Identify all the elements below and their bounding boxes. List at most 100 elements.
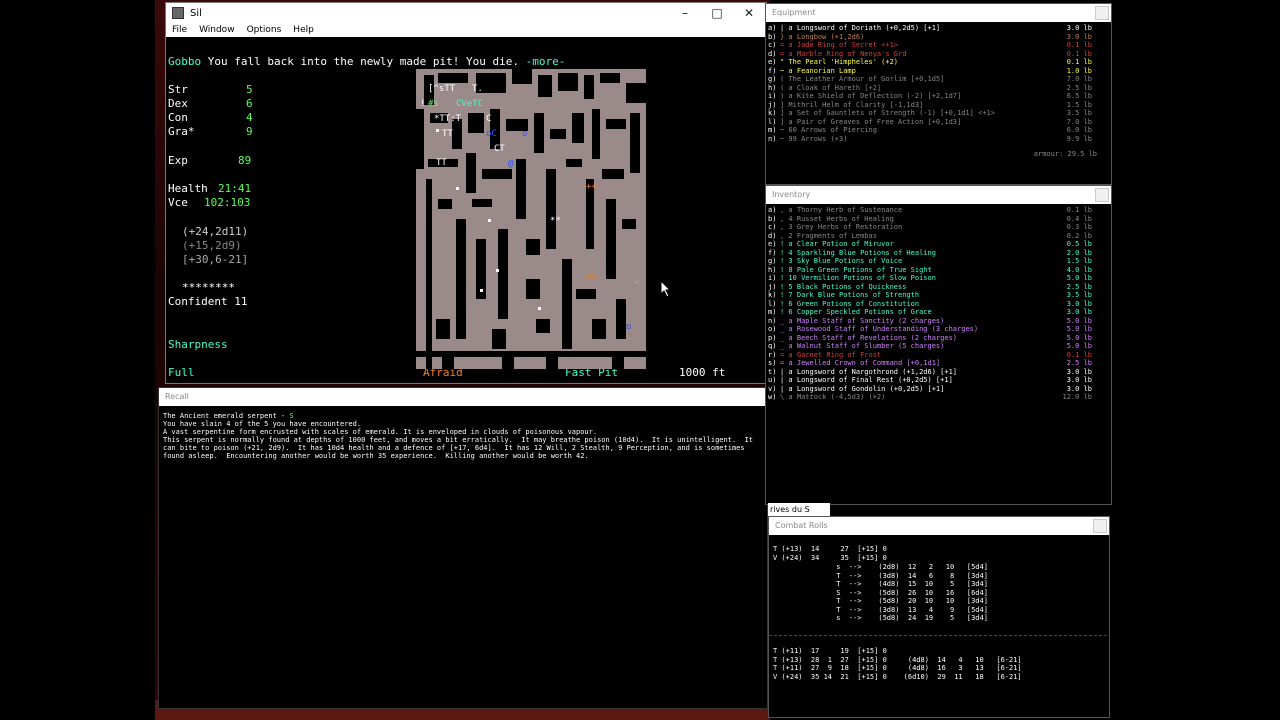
inventory-title-bar[interactable]: Inventory (766, 186, 1111, 204)
equipment-row[interactable]: i)) a Kite Shield of Deflection (-2) [+2… (766, 92, 1106, 101)
inventory-row[interactable]: h)! 8 Pale Green Potions of True Sight 4.… (766, 266, 1106, 275)
equipment-row[interactable]: f) ~ a Feanorian Lamp 1.0 lb (766, 67, 1106, 76)
inventory-row[interactable]: l)! 6 Green Potions of Constitution 3.0 l… (766, 300, 1106, 309)
combat-mid-row: T --> (3d8) 14 6 8 [3d4] (773, 571, 988, 580)
equipment-row[interactable]: j)] Mithril Helm of Clarity [-1,1d3] 1.5 … (766, 101, 1106, 110)
svg-text:!: ! (420, 99, 425, 109)
equipment-row[interactable]: l)] a Pair of Greaves of Free Action [+0… (766, 118, 1106, 127)
equipment-row[interactable]: n) ~ 99 Arrows (+3) 9.9 lb (766, 135, 1106, 144)
recall-heading: The Ancient emerald serpent (163, 412, 277, 420)
menu-bar: File Window Options Help (166, 23, 766, 37)
inventory-item-weight: 5.0 lb (1066, 325, 1092, 333)
inventory-close-icon[interactable] (1095, 188, 1109, 202)
inventory-row[interactable]: r) = a Garnet Ring of Frost 0.1 lb (766, 351, 1106, 360)
inventory-item-name: = a Garnet Ring of Frost (780, 350, 882, 359)
inventory-row[interactable]: f)! 4 Sparkling Blue Potions of Healing 2… (766, 249, 1106, 258)
stat-label-dex: Dex (168, 97, 188, 110)
inventory-slot: p) (768, 333, 777, 342)
minimize-icon[interactable]: – (670, 5, 700, 21)
inventory-row[interactable]: n) _ a Maple Staff of Sanctity (2 charges… (766, 317, 1106, 326)
maximize-icon[interactable]: □ (702, 5, 732, 21)
dungeon-map[interactable]: [^sTT T. ! #s CVeTC *TT:T C TT oC o TT @… (416, 69, 656, 369)
inventory-row[interactable]: p) _ a Beech Staff of Revelations (2 char… (766, 334, 1106, 343)
inventory-row[interactable]: k)! 7 Dark Blue Potions of Strength 3.5 l… (766, 291, 1106, 300)
inventory-item-weight: 3.0 lb (1066, 308, 1092, 316)
menu-file[interactable]: File (172, 25, 187, 35)
equipment-row[interactable]: m) ~ 60 Arrows of Piercing 6.0 lb (766, 126, 1106, 135)
equipment-item-name: ~ 99 Arrows (+3) (780, 134, 848, 143)
equipment-row[interactable]: a) | a Longsword of Doriath (+0,2d5) [+1]… (766, 24, 1106, 33)
inventory-slot: u) (768, 376, 777, 384)
menu-options[interactable]: Options (247, 25, 282, 35)
inventory-row[interactable]: i)! 10 Vermilion Potions of Slow Poison 5… (766, 274, 1106, 283)
equipment-close-icon[interactable] (1095, 6, 1109, 20)
inventory-row[interactable]: e)! a Clear Potion of Miruvor 0.5 lb (766, 240, 1106, 249)
close-icon[interactable]: ✕ (734, 5, 764, 21)
svg-text:TT: TT (436, 158, 447, 168)
inventory-slot: b) (768, 214, 777, 223)
menu-help[interactable]: Help (293, 25, 314, 35)
inventory-row[interactable]: j)! 5 Black Potions of Quickness 2.5 lb (766, 283, 1106, 292)
recall-text: The Ancient emerald serpent - S You have… (163, 412, 754, 460)
inventory-item-name: _ a Rosewood Staff of Understanding (3 c… (780, 325, 979, 333)
inventory-item-weight: 4.0 lb (1066, 265, 1092, 274)
equipment-row[interactable]: c) = a Jade Ring of Secret <+1> 0.1 lb (766, 41, 1106, 50)
inventory-item-name: | a Longsword of Nargothrond (+1,2d6) [+… (780, 367, 958, 376)
equipment-item-weight: 6.5 lb (1066, 92, 1092, 100)
equipment-row[interactable]: g)( The Leather Armour of Gorlim [+0,1d5… (766, 75, 1106, 84)
inventory-row[interactable]: s) = a Jewelled Crown of Command [+0,1d1]… (766, 359, 1106, 368)
equipment-window: Equipment a) | a Longsword of Doriath (+0… (765, 3, 1112, 185)
svg-text:C: C (486, 114, 491, 124)
combat-mid-row: S --> (5d8) 26 10 16 [6d4] (773, 588, 988, 597)
health-label: Health (168, 182, 208, 195)
inventory-row[interactable]: t) | a Longsword of Nargothrond (+1,2d6) … (766, 368, 1106, 377)
equipment-item-name: ~ a Feanorian Lamp (780, 66, 856, 75)
inventory-row[interactable]: b), 4 Russet Herbs of Healing 0.4 lb (766, 215, 1106, 224)
inventory-row[interactable]: q) _ a Walnut Staff of Slumber (5 charges… (766, 342, 1106, 351)
combat-title-bar[interactable]: Combat Rolls (769, 517, 1109, 535)
inventory-item-name: ! 8 Pale Green Potions of True Sight (780, 265, 932, 274)
inventory-row[interactable]: v) | a Longsword of Gondolin (+0,2d5) [+1… (766, 385, 1106, 394)
equipment-row[interactable]: b)} a Longbow (+1,2d6) 3.0 lb (766, 33, 1106, 42)
combat-top-row-1: T (+13) 14 27 [+15] 0 (773, 545, 887, 553)
title-bar[interactable]: Sil – □ ✕ (166, 3, 766, 23)
combat-bottom-row: V (+24) 35 14 21 [+15] 0 (6d10) 29 11 18… (773, 672, 1022, 681)
inventory-row[interactable]: c), 3 Grey Herbs of Restoration 0.3 lb (766, 223, 1106, 232)
inventory-row[interactable]: u) | a Longsword of Final Rest (+0,2d5) [… (766, 376, 1106, 385)
equipment-row[interactable]: k)] a Set of Gauntlets of Strength (-1) … (766, 109, 1106, 118)
equipment-item-name: ) a Kite Shield of Deflection (-2) [+2,1… (780, 92, 962, 100)
menu-window[interactable]: Window (199, 25, 235, 35)
inventory-row[interactable]: g)! 3 Sky Blue Potions of Voice 1.5 lb (766, 257, 1106, 266)
combat-close-icon[interactable] (1093, 519, 1107, 533)
inventory-item-name: _ a Beech Staff of Revelations (2 charge… (780, 333, 958, 342)
inventory-item-name: ! 5 Black Potions of Quickness (780, 282, 907, 291)
equipment-title-bar[interactable]: Equipment (766, 4, 1111, 22)
inventory-row[interactable]: a), a Thorny Herb of Sustenance 0.1 lb (766, 206, 1106, 215)
background-window-tab[interactable]: rives du S (768, 503, 830, 516)
inventory-row[interactable]: o) _ a Rosewood Staff of Understanding (3… (766, 325, 1106, 334)
equipment-slot: d) (768, 49, 777, 58)
inventory-item-weight: 3.0 lb (1066, 376, 1092, 384)
more-prompt[interactable]: -more- (526, 55, 566, 68)
depth-indicator: 1000 ft (679, 366, 726, 379)
inventory-row[interactable]: w) \ a Mattock (-4,5d3) (+2) 12.0 lb (766, 393, 1106, 402)
combat-mid-row: T --> (3d8) 13 4 9 [5d4] (773, 605, 988, 614)
equipment-item-name: ] Mithril Helm of Clarity [-1,1d3] (780, 100, 924, 109)
svg-text:o: o (626, 322, 631, 332)
inventory-row[interactable]: m)! 6 Copper Speckled Potions of Grace 3.… (766, 308, 1106, 317)
combat-mid-row: s --> (2d8) 12 2 10 [5d4] (773, 563, 988, 571)
inventory-item-weight: 5.0 lb (1066, 342, 1092, 350)
svg-text:*TT:T: *TT:T (434, 114, 462, 124)
recall-line-3: This serpent is normally found at depths… (163, 436, 754, 444)
equipment-row[interactable]: e) " The Pearl 'Himpheles' (+2) 0.1 lb (766, 58, 1106, 67)
map-arrow: < (634, 278, 640, 288)
equipment-row[interactable]: h)( a Cloak of Hareth [+2] 2.5 lb (766, 84, 1106, 93)
combat-body: T (+13) 14 27 [+15] 0 V (+24) 34 35 [+15… (769, 535, 1109, 715)
recall-title-bar[interactable]: Recall (159, 388, 767, 406)
inventory-row[interactable]: d), 2 Fragments of Lembas 0.2 lb (766, 232, 1106, 241)
equipment-slot: h) (768, 83, 777, 92)
equipment-item-weight: 0.1 lb (1066, 41, 1092, 49)
equipment-row[interactable]: d) = a Marble Ring of Nenya's Grd 0.1 lb (766, 50, 1106, 59)
game-terminal: You fall back into the newly made pit! Y… (166, 39, 766, 383)
inventory-slot: f) (768, 248, 777, 257)
